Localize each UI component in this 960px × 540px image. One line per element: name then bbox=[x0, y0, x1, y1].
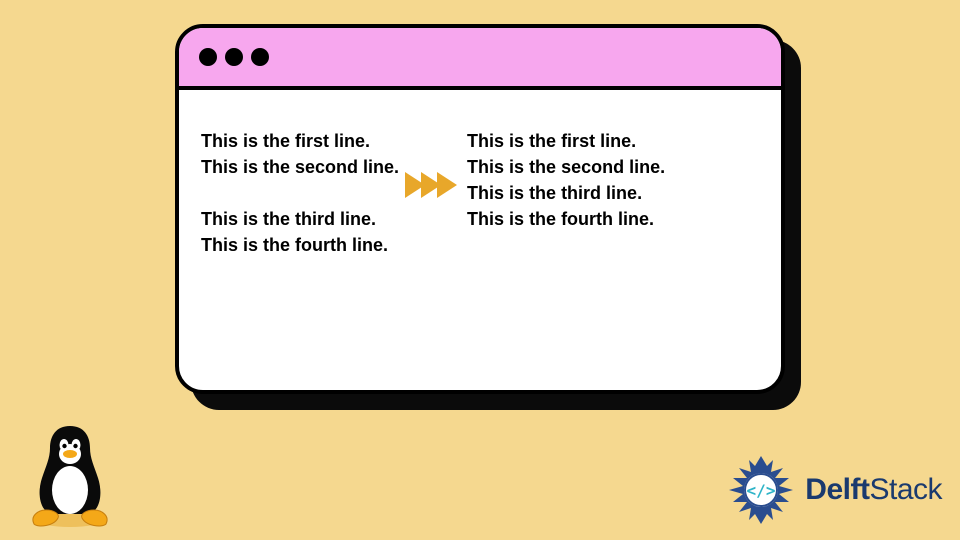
text-line: This is the first line. bbox=[201, 128, 399, 154]
svg-text:</>: </> bbox=[747, 481, 776, 500]
text-line: This is the fourth line. bbox=[467, 206, 665, 232]
tux-penguin-icon bbox=[20, 418, 120, 528]
text-line: This is the third line. bbox=[201, 206, 399, 232]
text-line: This is the second line. bbox=[201, 154, 399, 180]
left-text-block: This is the first line. This is the seco… bbox=[201, 128, 399, 258]
brand-name: DelftStack bbox=[805, 473, 942, 507]
chevron-right-icon bbox=[437, 172, 457, 198]
brand-footer: </> DelftStack bbox=[725, 454, 942, 526]
transform-arrows bbox=[409, 172, 457, 198]
brand-name-rest: Stack bbox=[869, 473, 942, 506]
right-text-block: This is the first line. This is the seco… bbox=[467, 128, 665, 232]
window-control-dot bbox=[251, 48, 269, 66]
window-control-dot bbox=[225, 48, 243, 66]
text-line: This is the third line. bbox=[467, 180, 665, 206]
delftstack-logo-icon: </> bbox=[725, 454, 797, 526]
window-control-dot bbox=[199, 48, 217, 66]
window-titlebar bbox=[179, 28, 781, 90]
blank-line bbox=[201, 180, 399, 206]
brand-name-bold: Delft bbox=[805, 473, 869, 506]
illustration-window: This is the first line. This is the seco… bbox=[175, 24, 785, 394]
text-line: This is the fourth line. bbox=[201, 232, 399, 258]
text-line: This is the second line. bbox=[467, 154, 665, 180]
text-line: This is the first line. bbox=[467, 128, 665, 154]
window-content: This is the first line. This is the seco… bbox=[179, 90, 781, 278]
browser-window: This is the first line. This is the seco… bbox=[175, 24, 785, 394]
